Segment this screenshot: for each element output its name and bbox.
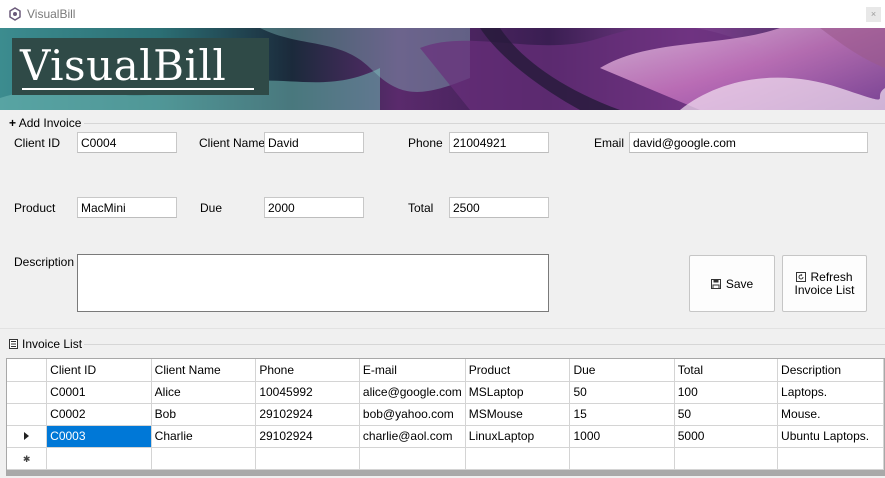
table-cell[interactable] bbox=[46, 447, 152, 470]
client-id-label: Client ID bbox=[14, 136, 61, 150]
row-header[interactable] bbox=[7, 425, 48, 448]
header-banner: VisualBill bbox=[0, 28, 885, 110]
refresh-icon bbox=[796, 272, 807, 282]
app-icon bbox=[9, 7, 21, 21]
client-name-input[interactable] bbox=[264, 132, 364, 153]
table-cell[interactable] bbox=[777, 447, 884, 470]
table-cell[interactable]: bob@yahoo.com bbox=[359, 403, 466, 426]
table-cell[interactable]: Charlie bbox=[151, 425, 257, 448]
new-row[interactable]: ✱ bbox=[7, 447, 884, 470]
table-cell[interactable]: MSMouse bbox=[465, 403, 571, 426]
column-header[interactable]: E-mail bbox=[359, 359, 466, 382]
product-input[interactable] bbox=[77, 197, 177, 218]
column-header[interactable]: Client Name bbox=[151, 359, 257, 382]
table-cell[interactable] bbox=[359, 447, 466, 470]
new-row-icon: ✱ bbox=[22, 454, 31, 464]
table-cell[interactable]: charlie@aol.com bbox=[359, 425, 466, 448]
refresh-invoice-list-button[interactable]: Refresh Invoice List bbox=[782, 255, 867, 312]
window-title: VisualBill bbox=[27, 7, 76, 21]
corner-header bbox=[7, 359, 48, 382]
table-cell[interactable]: LinuxLaptop bbox=[465, 425, 571, 448]
table-cell[interactable]: 50 bbox=[674, 403, 779, 426]
invoice-table: Client ID Client Name Phone E-mail Produ… bbox=[7, 359, 884, 470]
close-button[interactable]: × bbox=[866, 7, 881, 22]
total-label: Total bbox=[408, 201, 434, 215]
row-header[interactable] bbox=[7, 403, 48, 426]
product-label: Product bbox=[14, 201, 56, 215]
table-cell[interactable] bbox=[674, 447, 779, 470]
column-header[interactable]: Description bbox=[777, 359, 884, 382]
phone-input[interactable] bbox=[449, 132, 549, 153]
row-header[interactable] bbox=[7, 381, 48, 404]
description-input[interactable] bbox=[77, 254, 549, 312]
column-header[interactable]: Due bbox=[569, 359, 675, 382]
row-header[interactable]: ✱ bbox=[7, 447, 48, 470]
table-cell[interactable]: alice@google.com bbox=[359, 381, 466, 404]
table-cell[interactable]: Bob bbox=[151, 403, 257, 426]
table-cell[interactable] bbox=[255, 447, 360, 470]
table-cell[interactable]: C0002 bbox=[46, 403, 152, 426]
column-header[interactable]: Client ID bbox=[46, 359, 152, 382]
client-name-label: Client Name bbox=[199, 136, 266, 150]
email-input[interactable] bbox=[629, 132, 868, 153]
plus-icon: + bbox=[9, 116, 17, 130]
add-invoice-group-label: + Add Invoice bbox=[9, 116, 84, 130]
logo-text: VisualBill bbox=[20, 41, 227, 90]
table-cell[interactable] bbox=[465, 447, 571, 470]
title-bar: VisualBill × bbox=[0, 0, 885, 28]
table-cell[interactable]: Ubuntu Laptops. bbox=[777, 425, 884, 448]
table-cell[interactable]: MSLaptop bbox=[465, 381, 571, 404]
table-row[interactable]: C0002 Bob 29102924 bob@yahoo.com MSMouse… bbox=[7, 403, 884, 426]
due-input[interactable] bbox=[264, 197, 364, 218]
table-cell[interactable]: Laptops. bbox=[777, 381, 884, 404]
table-cell[interactable]: Mouse. bbox=[777, 403, 884, 426]
table-cell[interactable]: Alice bbox=[151, 381, 257, 404]
list-icon bbox=[9, 339, 18, 349]
table-cell[interactable]: 1000 bbox=[569, 425, 675, 448]
table-cell[interactable]: 5000 bbox=[674, 425, 779, 448]
save-icon bbox=[710, 278, 721, 289]
logo: VisualBill bbox=[12, 38, 269, 95]
client-id-input[interactable] bbox=[77, 132, 177, 153]
group-divider bbox=[80, 344, 885, 345]
table-cell[interactable] bbox=[151, 447, 257, 470]
table-cell[interactable]: 15 bbox=[569, 403, 675, 426]
table-cell[interactable]: 29102924 bbox=[255, 425, 360, 448]
header-row: Client ID Client Name Phone E-mail Produ… bbox=[7, 359, 884, 382]
table-row[interactable]: C0001 Alice 10045992 alice@google.com MS… bbox=[7, 381, 884, 404]
table-cell[interactable]: C0001 bbox=[46, 381, 152, 404]
current-row-arrow-icon bbox=[24, 432, 30, 440]
group-divider bbox=[84, 123, 885, 124]
due-label: Due bbox=[200, 201, 223, 215]
table-cell[interactable]: 10045992 bbox=[255, 381, 360, 404]
phone-label: Phone bbox=[408, 136, 443, 150]
column-header[interactable]: Total bbox=[674, 359, 779, 382]
table-cell-selected[interactable]: C0003 bbox=[46, 425, 152, 448]
invoice-grid[interactable]: Client ID Client Name Phone E-mail Produ… bbox=[6, 358, 885, 476]
table-cell[interactable]: 50 bbox=[569, 381, 675, 404]
panel-separator bbox=[0, 328, 885, 329]
invoice-list-group-label: Invoice List bbox=[9, 337, 85, 351]
email-label: Email bbox=[594, 136, 625, 150]
save-button[interactable]: Save bbox=[689, 255, 775, 312]
description-label: Description bbox=[14, 255, 75, 269]
column-header[interactable]: Phone bbox=[255, 359, 360, 382]
table-cell[interactable]: 29102924 bbox=[255, 403, 360, 426]
table-row-current[interactable]: C0003 Charlie 29102924 charlie@aol.com L… bbox=[7, 425, 884, 448]
logo-underline bbox=[22, 88, 254, 90]
column-header[interactable]: Product bbox=[465, 359, 571, 382]
table-cell[interactable]: 100 bbox=[674, 381, 779, 404]
total-input[interactable] bbox=[449, 197, 549, 218]
table-cell[interactable] bbox=[569, 447, 675, 470]
